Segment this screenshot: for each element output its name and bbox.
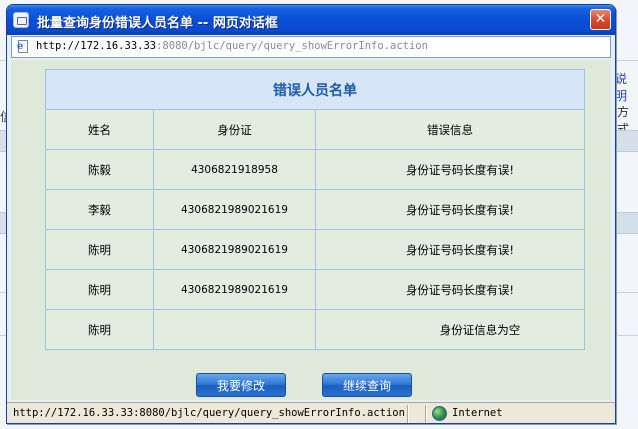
page-icon: e: [16, 40, 30, 54]
cell-error: 身份证号码长度有误!: [315, 149, 585, 190]
cell-id: 4306821918958: [153, 149, 316, 190]
header-id: 身份证: [153, 109, 316, 150]
table-caption: 错误人员名单: [45, 69, 585, 110]
cell-id: [153, 309, 316, 350]
continue-query-button[interactable]: 继续查询: [322, 373, 412, 397]
cell-id: 4306821989021619: [153, 229, 316, 270]
security-zone-label: Internet: [452, 407, 503, 419]
cell-name: 陈毅: [45, 149, 154, 190]
web-dialog: 批量查询身份错误人员名单 -- 网页对话框 ✕ e http://172.16.…: [6, 4, 616, 424]
table-row: 陈明 4306821989021619 身份证号码长度有误!: [45, 269, 585, 310]
header-name: 姓名: [45, 109, 154, 150]
dialog-title: 批量查询身份错误人员名单 -- 网页对话框: [37, 16, 278, 31]
dialog-content: 错误人员名单 姓名 身份证 错误信息 陈毅 4306821918958 身份证号…: [11, 60, 611, 400]
table-row: 李毅 4306821989021619 身份证号码长度有误!: [45, 189, 585, 230]
cell-error: 身份证号码长度有误!: [315, 189, 585, 230]
status-bar: http://172.16.33.33:8080/bjlc/query/quer…: [7, 402, 615, 423]
cell-name: 陈明: [45, 309, 154, 350]
status-separator: [425, 405, 427, 423]
cell-name: 陈明: [45, 269, 154, 310]
cell-name: 陈明: [45, 229, 154, 270]
table-row: 陈明 身份证信息为空: [45, 309, 585, 350]
address-url: http://172.16.33.33:8080/bjlc/query/quer…: [36, 40, 428, 52]
table-header-row: 姓名 身份证 错误信息: [45, 109, 585, 150]
header-error: 错误信息: [315, 109, 585, 150]
table-row: 陈明 4306821989021619 身份证号码长度有误!: [45, 229, 585, 270]
address-bar: e http://172.16.33.33:8080/bjlc/query/qu…: [11, 36, 611, 58]
cell-error: 身份证信息为空: [315, 309, 585, 350]
close-icon: ✕: [594, 11, 607, 27]
status-url: http://172.16.33.33:8080/bjlc/query/quer…: [13, 407, 405, 419]
cell-name: 李毅: [45, 189, 154, 230]
dialog-titlebar[interactable]: 批量查询身份错误人员名单 -- 网页对话框 ✕: [7, 5, 615, 35]
error-table: 错误人员名单 姓名 身份证 错误信息 陈毅 4306821918958 身份证号…: [45, 69, 585, 350]
cell-error: 身份证号码长度有误!: [315, 269, 585, 310]
cell-id: 4306821989021619: [153, 269, 316, 310]
edit-button[interactable]: 我要修改: [196, 373, 286, 397]
background-link[interactable]: 说明: [615, 70, 638, 104]
globe-icon: [432, 406, 447, 421]
table-row: 陈毅 4306821918958 身份证号码长度有误!: [45, 149, 585, 190]
cell-error: 身份证号码长度有误!: [315, 229, 585, 270]
address-path: :8080/bjlc/query/query_showErrorInfo.act…: [156, 40, 428, 52]
address-host: http://172.16.33.33: [36, 40, 157, 52]
status-separator: [407, 405, 409, 423]
cell-id: 4306821989021619: [153, 189, 316, 230]
window-app-icon: [13, 12, 29, 28]
close-button[interactable]: ✕: [590, 9, 611, 30]
